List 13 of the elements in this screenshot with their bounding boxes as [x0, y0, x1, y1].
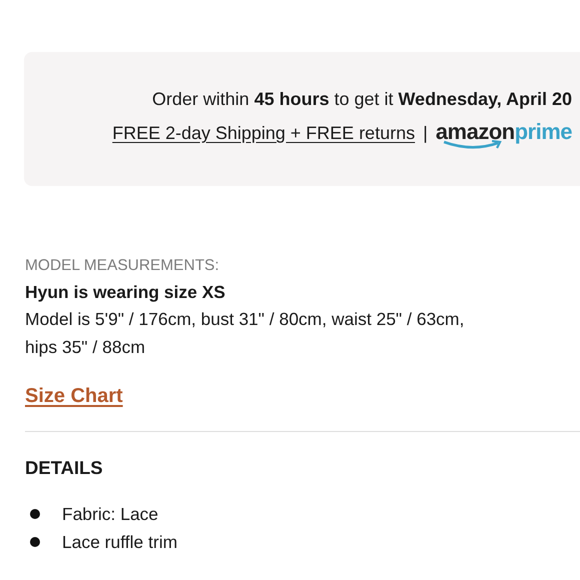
bullet-icon	[30, 537, 40, 548]
delivery-message: Order within 45 hours to get it Wednesday, April 20	[152, 88, 572, 111]
detail-item: Lace ruffle trim	[62, 531, 178, 554]
section-heading: DETAILS	[25, 456, 104, 480]
separator: |	[422, 122, 428, 145]
size-chart-link[interactable]: Size Chart	[25, 383, 123, 409]
shipping-link[interactable]: FREE 2-day Shipping + FREE returns	[112, 120, 415, 147]
detail-item: Fabric: Lace	[62, 503, 158, 526]
prime-logo: amazonprime	[436, 121, 572, 152]
measurements-text: Model is 5'9" / 176cm, bust 31" / 80cm, waist 25" / 63cm, hips 35" / 88cm	[25, 308, 466, 359]
model-size: Hyun is wearing size XS	[25, 281, 226, 304]
section-heading: MODEL MEASUREMENTS:	[25, 256, 220, 276]
bullet-icon	[30, 509, 40, 520]
